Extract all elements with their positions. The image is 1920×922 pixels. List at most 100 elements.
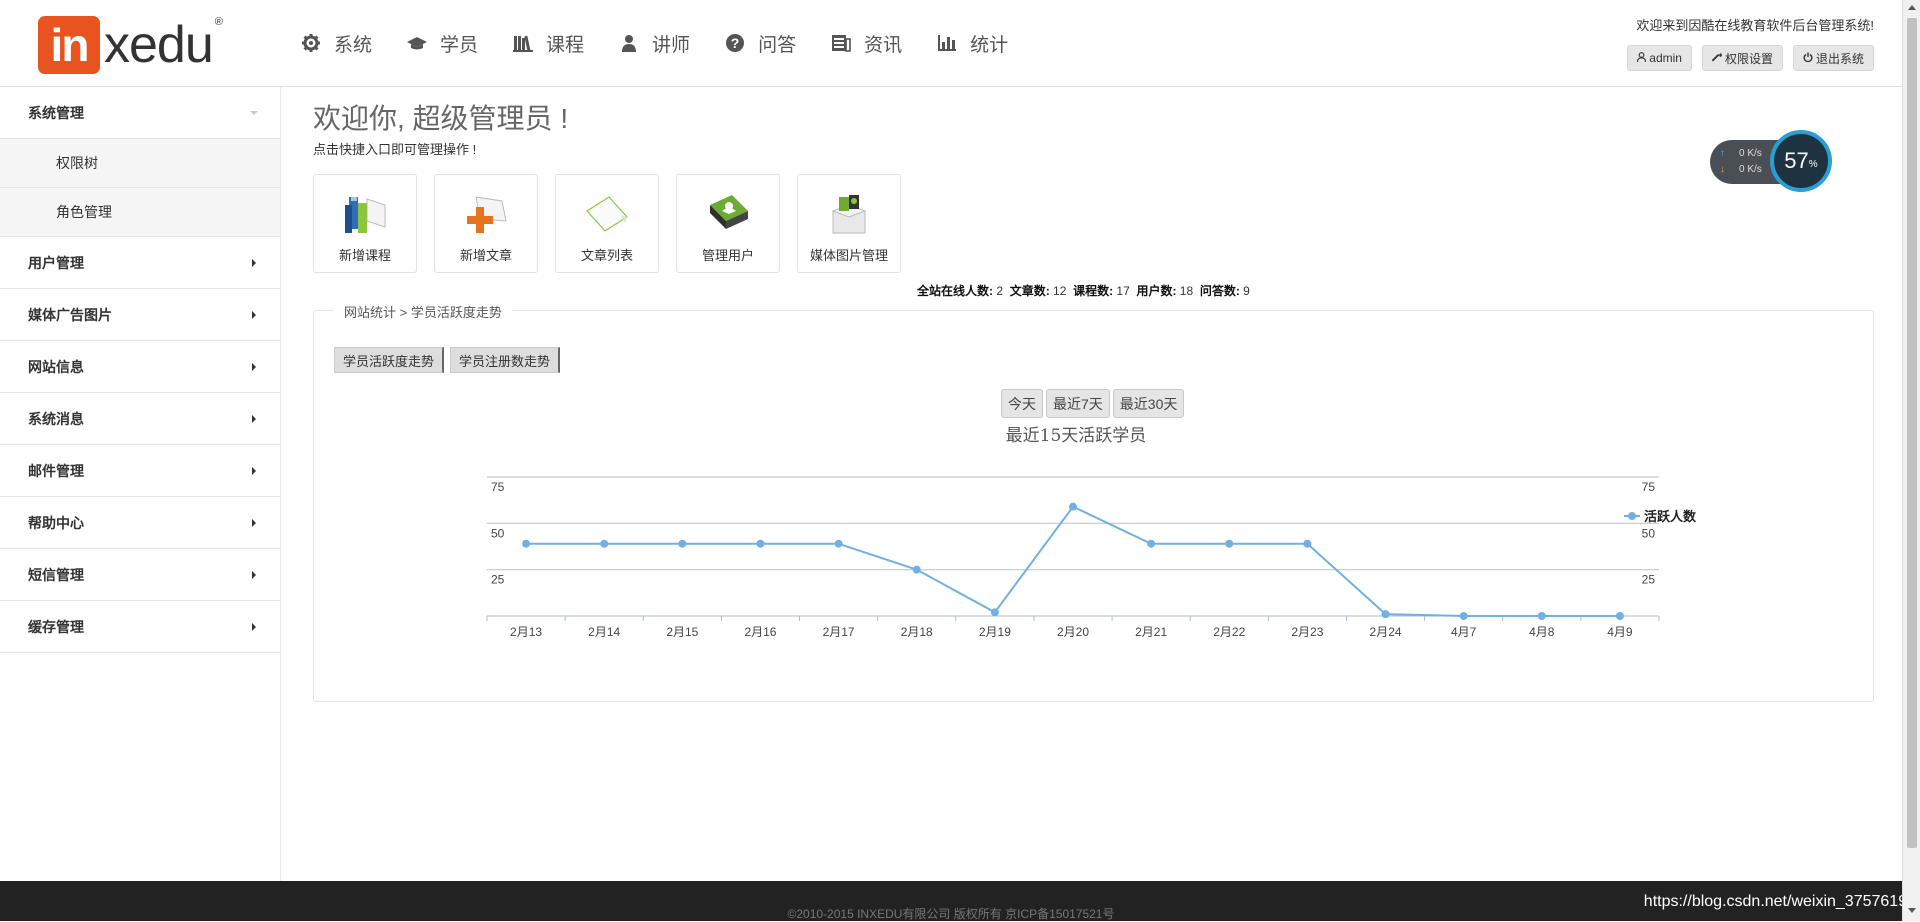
- sidebar-item-system[interactable]: 系统管理: [0, 87, 280, 139]
- quick-media-images[interactable]: 媒体图片管理: [797, 174, 901, 273]
- sidebar-item-label: 网站信息: [28, 358, 84, 375]
- sidebar-item-site-info[interactable]: 网站信息: [0, 341, 280, 393]
- header-buttons: admin 权限设置 退出系统: [1617, 45, 1874, 71]
- sidebar-item-media-ads[interactable]: 媒体广告图片: [0, 289, 280, 341]
- nav-stats[interactable]: 统计: [936, 24, 1008, 62]
- logo-text: xedu: [104, 16, 214, 74]
- page-scrollbar[interactable]: [1902, 0, 1920, 921]
- nav-news[interactable]: 资讯: [830, 24, 902, 62]
- sidebar-item-email[interactable]: 邮件管理: [0, 445, 280, 497]
- sidebar-item-label: 用户管理: [28, 254, 84, 271]
- scroll-up-icon[interactable]: [1908, 5, 1916, 10]
- chart-legend[interactable]: 活跃人数: [1624, 506, 1696, 525]
- sidebar-item-system-messages[interactable]: 系统消息: [0, 393, 280, 445]
- quick-add-article[interactable]: 新增文章: [434, 174, 538, 273]
- x-tick-label: 4月8: [1529, 625, 1555, 639]
- range-buttons: 今天 最近7天 最近30天: [1001, 389, 1187, 418]
- sidebar-item-label: 系统消息: [28, 410, 84, 427]
- stat-articles-label: 文章数:: [1009, 284, 1050, 298]
- logo-registered: ®: [214, 16, 223, 28]
- upload-value: 0 K/s: [1739, 148, 1762, 159]
- x-tick-label: 2月23: [1291, 625, 1323, 639]
- header: in xedu ® 系统 学员 课程 讲师 ? 问答 资讯 统计 欢迎来到因酷在…: [0, 0, 1902, 87]
- x-tick-label: 2月19: [979, 625, 1011, 639]
- quick-label: 新增文章: [459, 248, 512, 263]
- quick-add-course[interactable]: 新增课程: [313, 174, 417, 273]
- data-point: [1303, 539, 1312, 548]
- y-tick-label-right: 50: [1642, 526, 1656, 540]
- quick-manage-users[interactable]: 管理用户: [676, 174, 780, 273]
- user-icon: [618, 32, 640, 54]
- quick-label: 管理用户: [701, 248, 754, 263]
- chevron-right-icon: [252, 519, 256, 527]
- x-tick-label: 4月7: [1451, 625, 1477, 639]
- watermark: https://blog.csdn.net/weixin_37576193: [1643, 893, 1916, 910]
- upload-speed: ↑ 0 K/s: [1720, 148, 1762, 159]
- sidebar-item-label: 短信管理: [28, 566, 84, 583]
- chevron-right-icon: [252, 623, 256, 631]
- sidebar-item-sms[interactable]: 短信管理: [0, 549, 280, 601]
- question-icon: ?: [724, 32, 746, 54]
- quick-links: 新增课程 新增文章 文章列表 管理用户 媒体图片管理: [313, 174, 918, 273]
- permission-settings-button[interactable]: 权限设置: [1701, 45, 1783, 71]
- nav-courses[interactable]: 课程: [512, 24, 584, 62]
- stat-courses-label: 课程数:: [1073, 284, 1114, 298]
- download-speed: ↓ 0 K/s: [1720, 164, 1762, 175]
- arrow-down-icon: ↓: [1720, 164, 1725, 175]
- trend-tabs: 学员活跃度走势 学员注册数走势: [334, 347, 566, 373]
- line-chart: 25 25 50 50 75 75 2月13 2月14 2月15 2月16 2月17 2月18 2月19…: [486, 476, 1660, 639]
- sidebar-item-label: 系统管理: [28, 104, 84, 121]
- stat-online-label: 全站在线人数:: [917, 284, 993, 298]
- sidebar-item-users[interactable]: 用户管理: [0, 237, 280, 289]
- page-title: 欢迎你, 超级管理员 !: [313, 103, 569, 134]
- wrench-icon: [1711, 52, 1722, 65]
- x-tick-label: 2月14: [588, 625, 620, 639]
- nav-qa[interactable]: ? 问答: [724, 24, 796, 62]
- logo[interactable]: in xedu ®: [38, 16, 223, 74]
- sidebar-subitem-permission-tree[interactable]: 权限树: [0, 139, 280, 188]
- scroll-thumb[interactable]: [1907, 18, 1917, 848]
- x-tick-label: 2月15: [666, 625, 698, 639]
- range-30days-button[interactable]: 最近30天: [1112, 389, 1185, 418]
- data-point: [1381, 610, 1390, 619]
- sidebar-item-label: 邮件管理: [28, 462, 84, 479]
- x-tick-label: 2月24: [1370, 625, 1402, 639]
- page-subtitle: 点击快捷入口即可管理操作 !: [313, 142, 477, 157]
- add-article-icon: [467, 196, 507, 233]
- x-tick-label: 2月22: [1213, 625, 1245, 639]
- books-icon: [512, 32, 534, 54]
- logout-button[interactable]: 退出系统: [1792, 45, 1874, 71]
- x-tick-label: 2月16: [744, 625, 776, 639]
- sidebar-subitem-role-management[interactable]: 角色管理: [0, 188, 280, 237]
- scroll-down-icon[interactable]: [1908, 908, 1916, 913]
- percent-value: 57: [1784, 148, 1809, 173]
- chart-container: 最近15天活跃学员 25 25 50 50 75 75 2月13 2月14 2月15 2月16 2月…: [426, 421, 1726, 691]
- admin-button[interactable]: admin: [1627, 45, 1692, 71]
- quick-label: 文章列表: [580, 248, 633, 263]
- gear-icon: [300, 32, 322, 54]
- data-point: [522, 539, 531, 548]
- nav-students[interactable]: 学员: [406, 24, 478, 62]
- svg-text:?: ?: [731, 35, 740, 51]
- tab-activity-trend[interactable]: 学员活跃度走势: [334, 347, 445, 373]
- quick-article-list[interactable]: 文章列表: [555, 174, 659, 273]
- sidebar: 系统管理 权限树 角色管理 用户管理 媒体广告图片 网站信息 系统消息 邮件管理…: [0, 87, 281, 881]
- sidebar-item-help[interactable]: 帮助中心: [0, 497, 280, 549]
- sidebar-item-cache[interactable]: 缓存管理: [0, 601, 280, 653]
- sidebar-item-label: 缓存管理: [28, 618, 84, 635]
- nav-teachers[interactable]: 讲师: [618, 24, 690, 62]
- nav-system[interactable]: 系统: [300, 24, 372, 62]
- nav-label: 课程: [546, 34, 585, 56]
- stat-users-label: 用户数:: [1136, 284, 1177, 298]
- data-point: [1615, 612, 1624, 620]
- network-speed-widget[interactable]: ↑ 0 K/s ↓ 0 K/s 57%: [1710, 130, 1835, 192]
- tab-registration-trend[interactable]: 学员注册数走势: [450, 347, 561, 373]
- range-today-button[interactable]: 今天: [1001, 389, 1043, 418]
- course-books-icon: [345, 195, 386, 233]
- range-7days-button[interactable]: 最近7天: [1046, 389, 1110, 418]
- nav-label: 讲师: [652, 34, 691, 56]
- logout-label: 退出系统: [1815, 51, 1864, 66]
- article-list-icon: [586, 196, 628, 232]
- graduation-cap-icon: [406, 32, 428, 54]
- sidebar-subitem-label: 角色管理: [56, 204, 112, 220]
